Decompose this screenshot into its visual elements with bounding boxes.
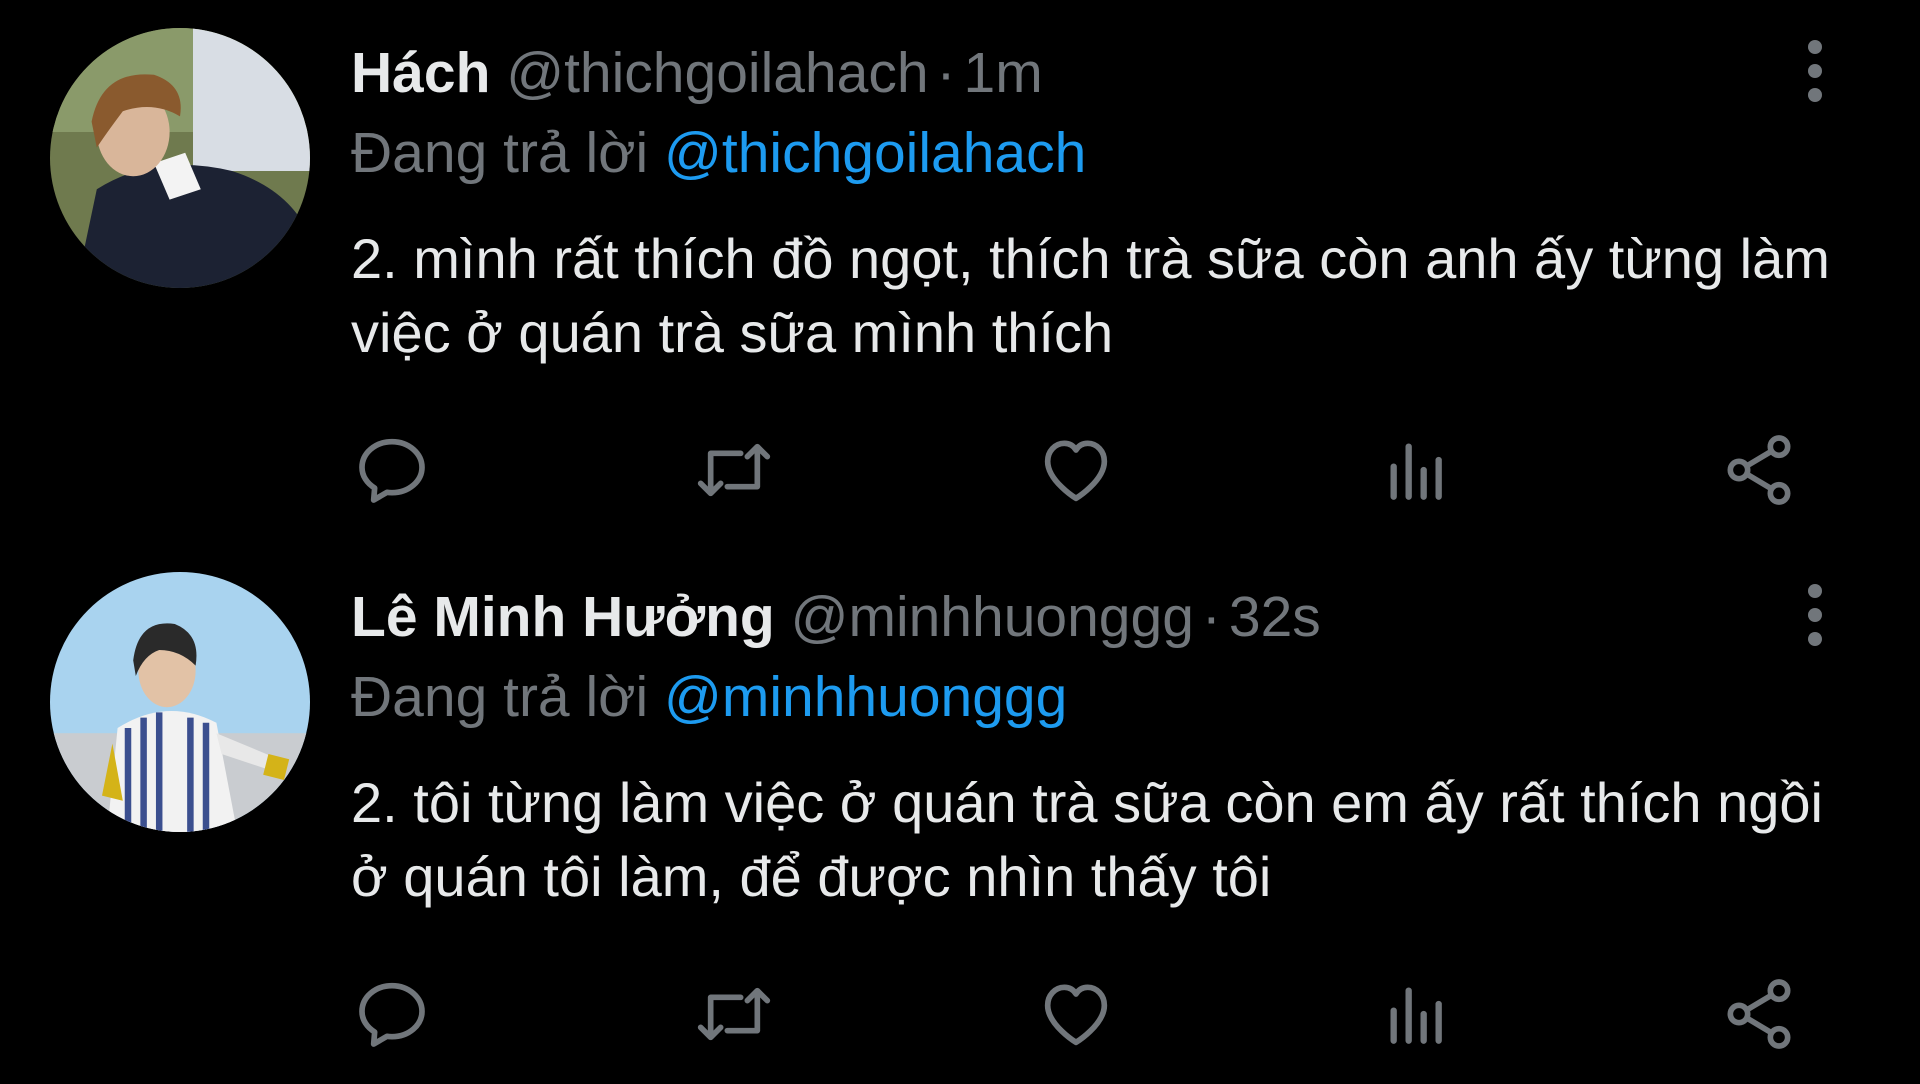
share-icon — [1727, 979, 1791, 1049]
display-name[interactable]: Lê Minh Hưởng — [351, 585, 775, 649]
reply-button[interactable] — [342, 420, 442, 520]
replying-to-mention[interactable]: @thichgoilahach — [664, 121, 1086, 185]
user-handle[interactable]: @thichgoilahach — [506, 41, 928, 105]
tweet-text: 2. tôi từng làm việc ở quán trà sữa còn … — [351, 771, 1823, 908]
replying-to-line: Đang trả lời @thichgoilahach — [351, 118, 1086, 188]
tweet-actions — [0, 420, 1920, 520]
reply-button[interactable] — [342, 964, 442, 1064]
tweet[interactable]: Lê Minh Hưởng @minhhuonggg · 32s Đang trả … — [0, 544, 1920, 1084]
user-handle[interactable]: @minhhuonggg — [791, 585, 1194, 649]
tweet-text: 2. mình rất thích đồ ngọt, thích trà sữa… — [351, 227, 1830, 364]
retweet-button[interactable] — [684, 420, 784, 520]
display-name[interactable]: Hách — [351, 41, 490, 105]
views-chart-icon — [1390, 987, 1442, 1044]
like-button[interactable] — [1026, 964, 1126, 1064]
avatar[interactable] — [50, 572, 310, 832]
tweet-header: Lê Minh Hưởng @minhhuonggg · 32s — [351, 582, 1321, 652]
more-vertical-icon — [1808, 584, 1822, 646]
views-button[interactable] — [1367, 420, 1467, 520]
tweet[interactable]: Hách @thichgoilahach · 1m Đang trả lời @th… — [0, 0, 1920, 540]
retweet-icon — [697, 987, 771, 1041]
replying-to-line: Đang trả lời @minhhuonggg — [351, 662, 1067, 732]
reply-icon — [359, 982, 425, 1047]
more-vertical-icon — [1808, 40, 1822, 102]
share-icon — [1727, 435, 1791, 505]
tweet-actions — [0, 964, 1920, 1064]
profile-photo-icon — [50, 28, 310, 288]
separator-dot: · — [936, 41, 956, 105]
reply-icon — [359, 438, 425, 503]
separator-dot: · — [1201, 585, 1221, 649]
views-chart-icon — [1390, 443, 1442, 500]
more-options-button[interactable] — [1790, 36, 1840, 106]
retweet-icon — [697, 443, 771, 497]
views-button[interactable] — [1367, 964, 1467, 1064]
avatar[interactable] — [50, 28, 310, 288]
more-options-button[interactable] — [1790, 580, 1840, 650]
replying-to-mention[interactable]: @minhhuonggg — [664, 665, 1067, 729]
replying-to-label: Đang trả lời — [351, 665, 649, 729]
like-button[interactable] — [1026, 420, 1126, 520]
share-button[interactable] — [1709, 420, 1809, 520]
timestamp[interactable]: 32s — [1229, 585, 1321, 649]
share-button[interactable] — [1709, 964, 1809, 1064]
profile-photo-icon — [50, 572, 310, 832]
retweet-button[interactable] — [684, 964, 784, 1064]
heart-icon — [1044, 440, 1108, 502]
replying-to-label: Đang trả lời — [351, 121, 649, 185]
timestamp[interactable]: 1m — [964, 41, 1043, 105]
tweet-header: Hách @thichgoilahach · 1m — [351, 38, 1043, 108]
heart-icon — [1044, 984, 1108, 1046]
